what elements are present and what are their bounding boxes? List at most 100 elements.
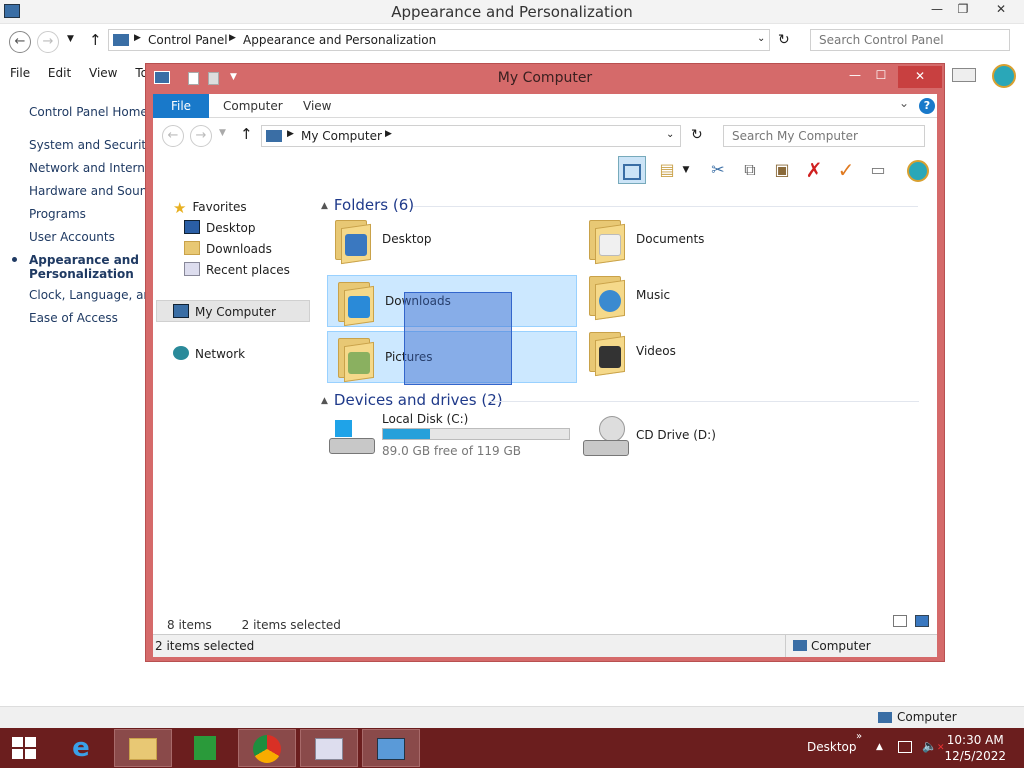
folder-tile-videos[interactable]: Videos <box>578 325 828 377</box>
tab-file[interactable]: File <box>153 94 209 118</box>
sidebar-link-hardware[interactable]: Hardware and Sound <box>29 184 155 198</box>
taskbar-store[interactable] <box>176 729 234 767</box>
close-button[interactable]: ✕ <box>988 2 1014 20</box>
back-button[interactable]: ← <box>9 31 31 53</box>
drive-properties-icon[interactable]: ▭ <box>864 156 892 184</box>
delete-icon[interactable]: ✗ <box>800 156 828 184</box>
paste-icon[interactable]: ▣ <box>768 156 796 184</box>
explorer-forward-button[interactable]: → <box>190 125 212 147</box>
star-icon: ★ <box>173 199 187 217</box>
nav-downloads[interactable]: Downloads <box>184 241 272 256</box>
breadcrumb-separator-icon: ▶ <box>287 129 294 139</box>
explorer-breadcrumb-my-computer[interactable]: My Computer <box>301 129 382 143</box>
tab-view[interactable]: View <box>303 99 331 113</box>
address-dropdown-icon[interactable]: ⌄ <box>757 33 765 44</box>
taskbar-chrome[interactable] <box>238 729 296 767</box>
folder-tile-documents[interactable]: Documents <box>578 213 828 265</box>
breadcrumb-appearance[interactable]: Appearance and Personalization <box>243 33 436 47</box>
background-toolbar-drive-icon[interactable] <box>952 68 976 82</box>
tab-computer[interactable]: Computer <box>223 99 283 113</box>
computer-icon <box>113 34 129 46</box>
minimize-button[interactable]: — <box>924 2 950 20</box>
breadcrumb-control-panel[interactable]: Control Panel <box>148 33 228 47</box>
clock[interactable]: 10:30 AM 12/5/2022 <box>944 732 1006 764</box>
recent-places-icon <box>184 262 200 276</box>
sidebar-link-home[interactable]: Control Panel Home <box>29 105 148 119</box>
sidebar-link-user-accounts[interactable]: User Accounts <box>29 230 115 244</box>
taskbar-file-explorer[interactable] <box>114 729 172 767</box>
nav-network[interactable]: Network <box>173 346 245 361</box>
rename-check-icon[interactable]: ✓ <box>832 156 860 184</box>
sidebar-link-ease-of-access[interactable]: Ease of Access <box>29 311 118 325</box>
details-view-icon[interactable] <box>893 615 907 627</box>
address-bar[interactable]: ▶ Control Panel ▶ Appearance and Persona… <box>108 29 770 51</box>
network-icon <box>173 346 189 360</box>
breadcrumb-separator-icon: ▶ <box>385 129 392 139</box>
explorer-maximize-button[interactable]: ☐ <box>868 68 894 86</box>
layout-pane-icon[interactable] <box>618 156 646 184</box>
drive-label: CD Drive (D:) <box>636 428 716 442</box>
drive-tile-cd-drive[interactable]: CD Drive (D:) <box>578 409 828 465</box>
network-tray-icon[interactable] <box>898 741 912 753</box>
sidebar-link-system-security[interactable]: System and Security <box>29 138 153 152</box>
forward-button[interactable]: → <box>37 31 59 53</box>
background-toolbar-globe-icon[interactable] <box>992 64 1016 88</box>
menu-edit[interactable]: Edit <box>48 66 71 80</box>
refresh-icon[interactable]: ↻ <box>778 32 790 48</box>
control-panel-search-input[interactable]: Search Control Panel <box>810 29 1010 51</box>
nav-my-computer-label: My Computer <box>195 305 276 319</box>
explorer-address-dropdown-icon[interactable]: ⌄ <box>666 129 674 140</box>
sidebar-link-appearance[interactable]: Appearance and Personalization <box>29 253 139 281</box>
recent-dropdown-icon[interactable]: ▼ <box>67 34 74 44</box>
explorer-up-icon[interactable]: ↑ <box>240 125 253 143</box>
explorer-address-bar[interactable]: ▶ My Computer ▶ ⌄ <box>261 125 681 147</box>
show-hidden-icons-icon[interactable]: ▲ <box>876 742 883 752</box>
collapse-arrow-icon: ▲ <box>321 396 328 406</box>
explorer-window: ▼ My Computer — ☐ ✕ File Computer View ⌄… <box>145 63 945 662</box>
nav-my-computer[interactable]: My Computer <box>173 304 276 319</box>
explorer-toolbar: ▤ ▼ ✂ ⧉ ▣ ✗ ✓ ▭ <box>153 154 937 186</box>
menu-view[interactable]: View <box>89 66 117 80</box>
videos-folder-icon <box>585 330 625 377</box>
ribbon-expand-icon[interactable]: ⌄ <box>899 96 909 110</box>
help-icon[interactable]: ? <box>919 98 935 114</box>
sidebar-link-programs[interactable]: Programs <box>29 207 86 221</box>
folder-label: Videos <box>636 344 676 358</box>
restore-button[interactable]: ❐ <box>950 2 976 20</box>
nav-favorites[interactable]: ★ Favorites <box>173 199 247 217</box>
folder-tile-desktop[interactable]: Desktop <box>324 213 574 265</box>
explorer-search-input[interactable]: Search My Computer <box>723 125 925 147</box>
explorer-title: My Computer <box>497 70 593 86</box>
navigation-pane: ★ Favorites Desktop Downloads Recent plac… <box>153 186 313 616</box>
explorer-recent-icon[interactable]: ▼ <box>219 128 226 138</box>
volume-muted-icon[interactable]: 🔈✕ <box>922 739 945 753</box>
folders-group-header[interactable]: ▲ Folders (6) <box>321 196 931 214</box>
cut-icon[interactable]: ✂ <box>704 156 732 184</box>
drive-tile-local-disk[interactable]: Local Disk (C:) 89.0 GB free of 119 GB <box>324 409 574 465</box>
sidebar-link-network[interactable]: Network and Internet <box>29 161 157 175</box>
explorer-refresh-icon[interactable]: ↻ <box>691 127 703 143</box>
taskbar-internet-explorer[interactable]: e <box>52 729 110 767</box>
status-selected-text: 2 items selected <box>155 639 255 653</box>
up-arrow-icon[interactable]: ↑ <box>89 31 102 49</box>
drives-group-header[interactable]: ▲ Devices and drives (2) <box>321 391 931 409</box>
explorer-close-button[interactable]: ✕ <box>898 66 942 88</box>
folder-options-icon[interactable]: ▤ <box>653 156 681 184</box>
desktop-toolbar-label[interactable]: Desktop <box>807 740 857 754</box>
folder-tile-music[interactable]: Music <box>578 269 828 321</box>
nav-desktop[interactable]: Desktop <box>184 220 256 235</box>
downloads-folder-icon <box>184 241 200 255</box>
nav-recent-places[interactable]: Recent places <box>184 262 290 277</box>
options-dropdown-icon[interactable]: ▼ <box>679 156 693 184</box>
taskbar-control-panel[interactable] <box>362 729 420 767</box>
large-icons-view-icon[interactable] <box>915 615 929 627</box>
sidebar-link-clock-language[interactable]: Clock, Language, and <box>29 288 159 302</box>
explorer-minimize-button[interactable]: — <box>842 68 868 86</box>
desktop-toolbar-chevron-icon[interactable]: » <box>856 731 862 742</box>
globe-icon[interactable] <box>904 156 932 184</box>
start-button[interactable] <box>0 729 48 767</box>
explorer-back-button[interactable]: ← <box>162 125 184 147</box>
taskbar-performance-monitor[interactable] <box>300 729 358 767</box>
copy-icon[interactable]: ⧉ <box>736 156 764 184</box>
menu-file[interactable]: File <box>10 66 30 80</box>
